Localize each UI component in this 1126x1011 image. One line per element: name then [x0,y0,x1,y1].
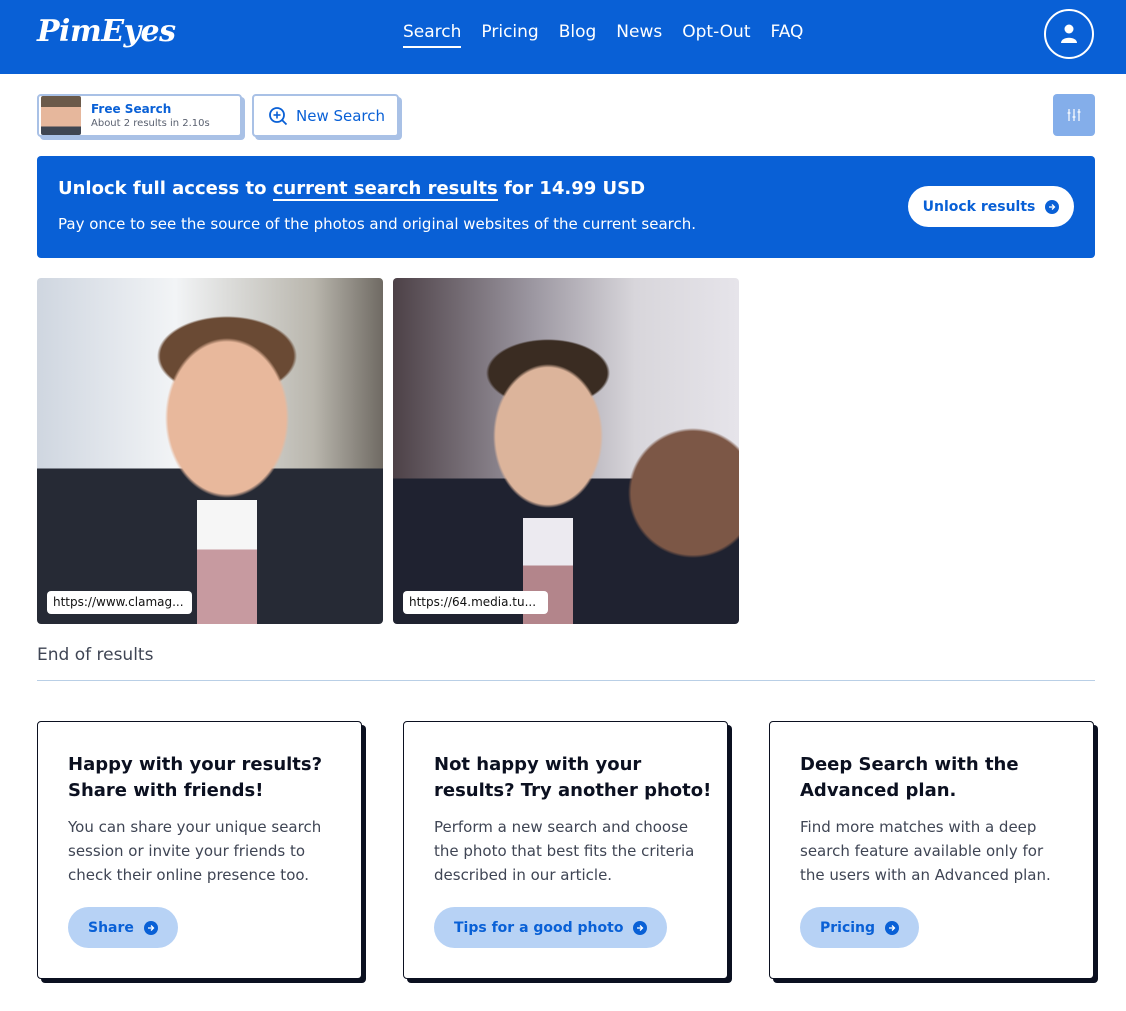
filter-settings-button[interactable] [1053,94,1095,136]
free-search-chip[interactable]: Free Search About 2 results in 2.10s [37,94,242,137]
arrow-right-icon [1045,199,1060,214]
card-title: Deep Search with the Advanced plan. [800,754,1019,801]
card-title: Not happy with your results? Try another… [434,754,712,801]
share-button-label: Share [88,919,134,936]
unlock-results-label: Unlock results [922,198,1036,215]
banner-title-suffix: for 14.99 USD [497,178,646,199]
nav-opt-out[interactable]: Opt-Out [682,22,750,48]
arrow-right-icon [885,920,900,935]
result-image-1[interactable]: https://www.clamag... [37,278,383,624]
nav-faq[interactable]: FAQ [771,22,804,48]
banner-subtitle: Pay once to see the source of the photos… [58,215,697,233]
card-text: Perform a new search and choose the phot… [434,818,695,884]
main-nav: Search Pricing Blog News Opt-Out FAQ [403,22,803,48]
banner-title-prefix: Unlock full access to [58,178,273,199]
share-button[interactable]: Share [68,907,178,948]
account-button[interactable] [1044,9,1094,59]
card-title: Happy with your results? Share with frie… [68,754,323,801]
user-icon [1061,24,1077,43]
pricing-button-label: Pricing [820,919,876,936]
nav-news[interactable]: News [616,22,662,48]
zoom-in-icon [269,106,288,125]
share-card: Happy with your results? Share with frie… [37,721,362,979]
free-search-title: Free Search [91,102,172,116]
result-image-2[interactable]: https://64.media.tu... [393,278,739,624]
advanced-plan-card: Deep Search with the Advanced plan. Find… [769,721,1094,979]
card-text: You can share your unique search session… [68,818,322,884]
new-search-label: New Search [296,106,386,125]
result-url-2[interactable]: https://64.media.tu... [403,591,548,614]
unlock-results-button[interactable]: Unlock results [908,186,1074,227]
tips-button-label: Tips for a good photo [454,919,624,936]
new-search-button[interactable]: New Search [252,94,399,137]
nav-search[interactable]: Search [403,22,462,48]
divider [37,680,1095,681]
current-results-link[interactable]: current search results [272,178,498,201]
end-of-results-label: End of results [37,645,154,665]
unlock-banner: Unlock full access to current search res… [37,156,1095,258]
tips-button[interactable]: Tips for a good photo [434,907,668,948]
pricing-button[interactable]: Pricing [800,907,920,948]
result-url-1[interactable]: https://www.clamag... [47,591,192,614]
nav-blog[interactable]: Blog [559,22,597,48]
tips-card: Not happy with your results? Try another… [403,721,728,979]
nav-pricing[interactable]: Pricing [481,22,538,48]
pimeyes-logo[interactable]: PimEyes [37,14,176,49]
sliders-icon [1067,109,1081,121]
banner-title: Unlock full access to current search res… [58,178,646,201]
free-search-subtitle: About 2 results in 2.10s [91,118,210,129]
card-text: Find more matches with a deep search fea… [800,818,1051,884]
top-navbar: PimEyes Search Pricing Blog News Opt-Out… [0,0,1126,74]
arrow-right-icon [633,920,648,935]
arrow-right-icon [143,920,158,935]
query-photo-thumbnail [41,96,81,135]
